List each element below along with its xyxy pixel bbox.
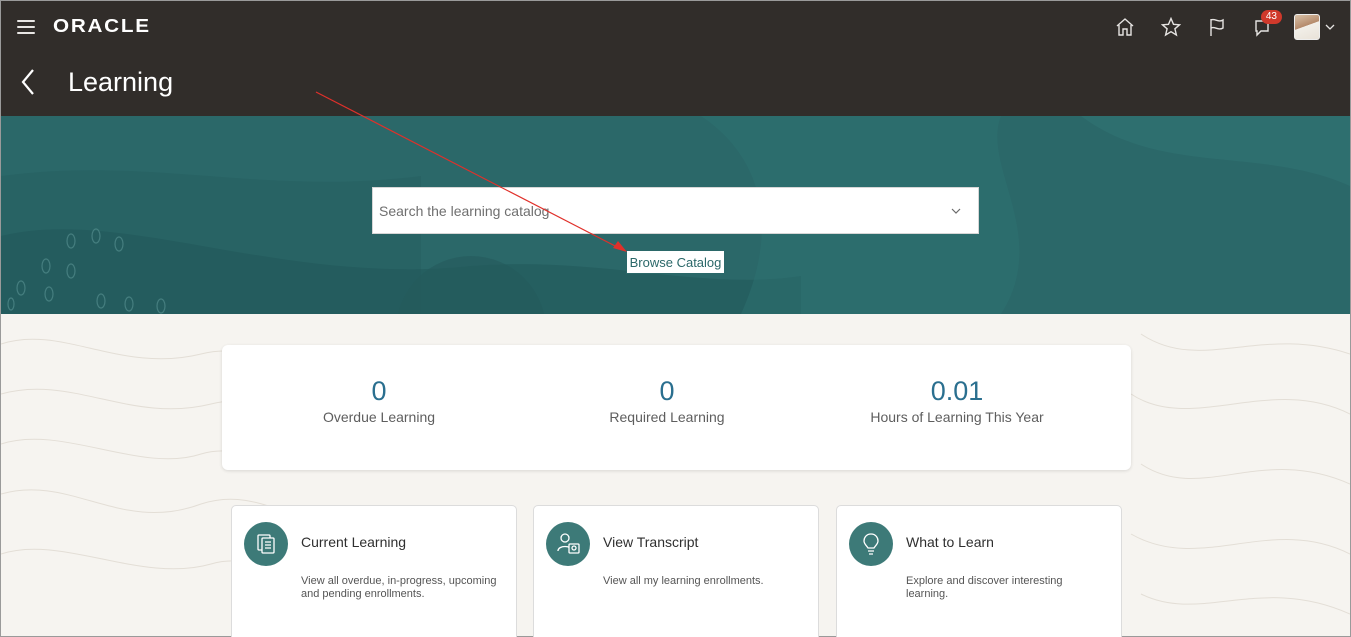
tile-title: View Transcript: [603, 534, 699, 550]
transcript-icon: [546, 522, 590, 566]
tile-description: View all my learning enrollments.: [603, 575, 764, 587]
notifications-icon[interactable]: 43: [1240, 10, 1286, 43]
user-menu[interactable]: [1294, 14, 1336, 40]
stat-label: Overdue Learning: [322, 409, 436, 425]
notifications-badge: 43: [1260, 10, 1282, 24]
browse-catalog-button[interactable]: Browse Catalog: [626, 250, 725, 274]
stat-value: 0.01: [930, 376, 984, 406]
back-icon[interactable]: [15, 65, 43, 99]
stat-value: 0: [371, 376, 387, 406]
tile-title: What to Learn: [906, 534, 994, 550]
tile-what-to-learn[interactable]: What to Learn Explore and discover inter…: [836, 505, 1122, 637]
stat-label: Hours of Learning This Year: [870, 409, 1044, 425]
search-input[interactable]: [373, 188, 934, 233]
stat-required[interactable]: 0 Required Learning: [522, 375, 812, 425]
global-header: ORACLE 43 Learning: [1, 1, 1350, 116]
tile-current-learning[interactable]: Current Learning View all overdue, in-pr…: [231, 505, 517, 637]
page-title: Learning: [68, 67, 174, 97]
chevron-down-icon[interactable]: [934, 188, 978, 233]
stat-value: 0: [659, 376, 675, 406]
star-icon[interactable]: [1148, 11, 1194, 43]
header-actions: 43: [1102, 10, 1336, 43]
tile-description: View all overdue, in-progress, upcoming …: [301, 575, 497, 600]
learning-stats-card: 0 Overdue Learning 0 Required Learning 0…: [222, 345, 1131, 470]
lightbulb-icon: [849, 522, 893, 566]
tile-description: Explore and discover interesting learnin…: [906, 575, 1063, 600]
tile-view-transcript[interactable]: View Transcript View all my learning enr…: [533, 505, 819, 637]
home-icon[interactable]: [1102, 11, 1148, 43]
stat-overdue[interactable]: 0 Overdue Learning: [234, 375, 524, 425]
flag-icon[interactable]: [1194, 11, 1240, 43]
tile-title: Current Learning: [301, 534, 407, 550]
menu-icon[interactable]: [17, 20, 35, 34]
stat-hours[interactable]: 0.01 Hours of Learning This Year: [812, 375, 1102, 425]
avatar[interactable]: [1294, 14, 1320, 40]
documents-icon: [244, 522, 288, 566]
oracle-logo[interactable]: ORACLE: [53, 16, 151, 37]
chevron-down-icon[interactable]: [1324, 21, 1336, 33]
stat-label: Required Learning: [609, 409, 725, 425]
catalog-search: [372, 187, 979, 234]
